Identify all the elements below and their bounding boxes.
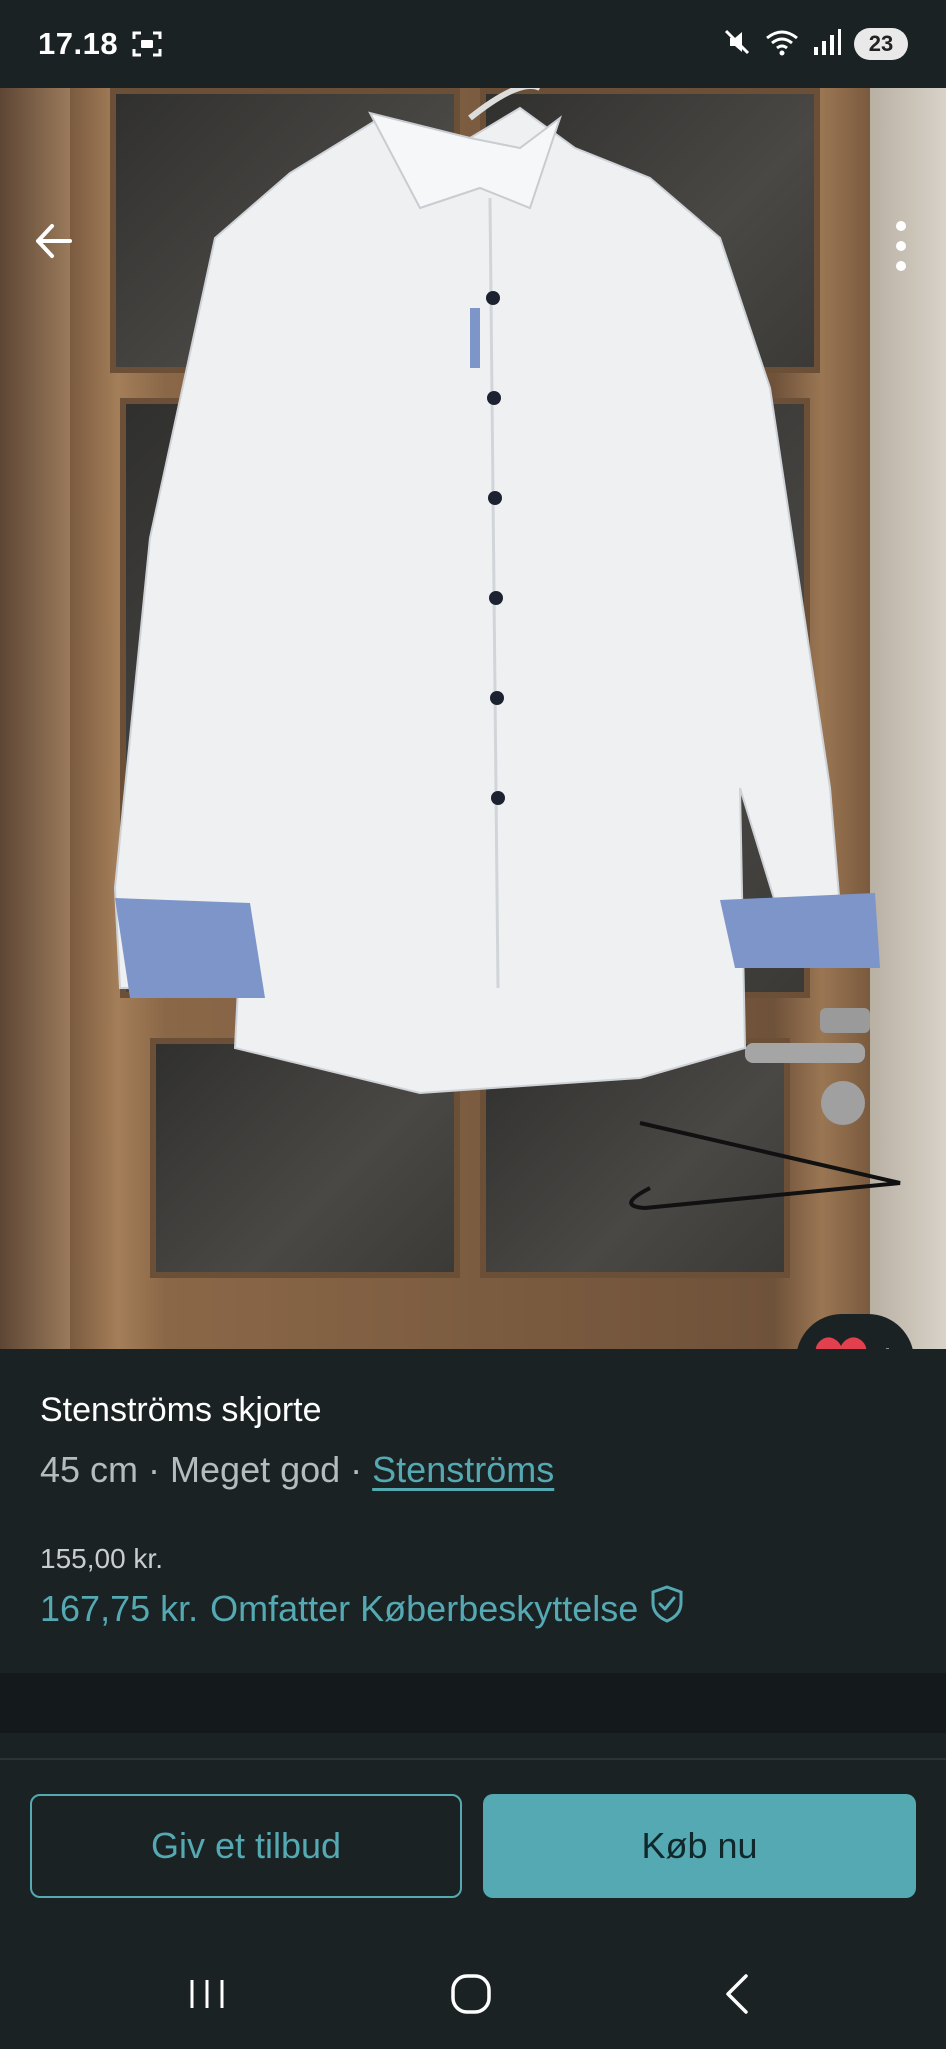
listing-title: Stenströms skjorte — [40, 1391, 322, 1429]
section-divider — [0, 1758, 946, 1760]
mute-icon — [722, 27, 752, 62]
back-arrow-icon[interactable] — [30, 216, 80, 266]
system-nav-bar — [0, 1940, 946, 2049]
signal-icon — [812, 27, 842, 62]
meta-separator: · — [340, 1449, 373, 1490]
meta-separator: · — [138, 1449, 171, 1490]
battery-indicator: 23 — [854, 28, 908, 60]
screenshot-icon — [132, 30, 162, 58]
total-price: 167,75 kr. — [40, 1587, 199, 1629]
total-price-row[interactable]: 167,75 kr. Omfatter Køberbeskyttelse — [40, 1585, 684, 1632]
brand-link[interactable]: Stenströms — [372, 1449, 554, 1490]
shirt-image — [113, 88, 901, 1211]
section-divider — [0, 1673, 946, 1733]
buyer-protection-label: Omfatter Køberbeskyttelse — [210, 1587, 639, 1629]
listing-info: Stenströms skjorte 45 cm · Meget god · S… — [0, 1349, 946, 1673]
recent-apps-icon[interactable] — [178, 1964, 238, 2024]
status-bar: 17.18 23 — [0, 0, 946, 88]
home-icon[interactable] — [441, 1964, 501, 2024]
listing-price: 155,00 kr. — [40, 1543, 163, 1574]
wifi-icon — [764, 27, 800, 62]
more-options-icon[interactable] — [886, 216, 916, 276]
favorite-count: 1 — [878, 1342, 896, 1350]
listing-meta: 45 cm · Meget god · Stenströms — [40, 1449, 554, 1491]
back-nav-icon[interactable] — [708, 1964, 768, 2024]
buy-now-button[interactable]: Køb nu — [483, 1794, 916, 1898]
listing-size: 45 cm — [40, 1449, 139, 1490]
heart-icon — [814, 1334, 868, 1349]
listing-condition: Meget god — [170, 1449, 341, 1490]
product-photo[interactable]: 1 — [0, 88, 946, 1349]
make-offer-button[interactable]: Giv et tilbud — [30, 1794, 462, 1898]
shield-check-icon — [650, 1585, 684, 1632]
status-time: 17.18 — [38, 26, 119, 61]
